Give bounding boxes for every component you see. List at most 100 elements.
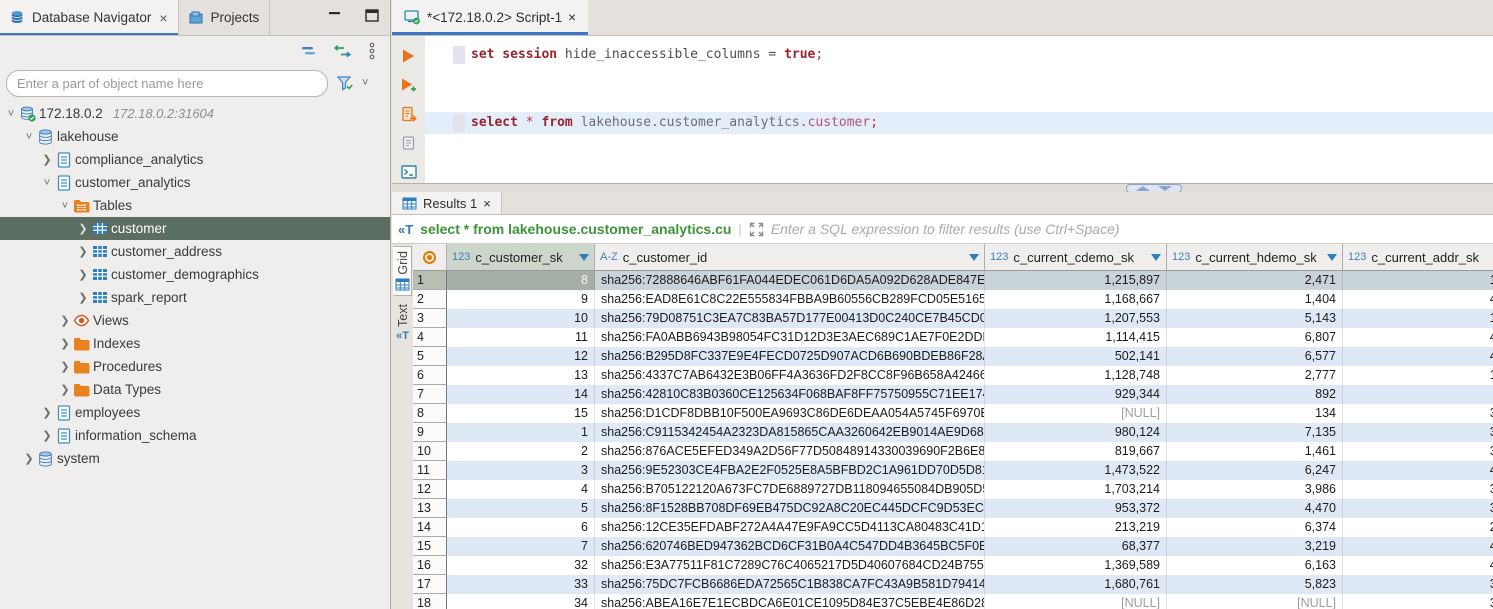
cell-c_customer_sk[interactable]: 11 (447, 328, 595, 347)
sql-console-icon[interactable] (399, 162, 419, 182)
cell-c_customer_sk[interactable]: 14 (447, 385, 595, 404)
tree-item-compliance-analytics[interactable]: ❯compliance_analytics (0, 148, 390, 171)
table-row[interactable]: 1834sha256:ABEA16E7E1ECBDCA6E01CE1095D84… (413, 594, 1493, 609)
column-header-c_customer_sk[interactable]: 123c_customer_sk (447, 244, 595, 271)
cell-c_current_cdemo_sk[interactable]: 1,703,214 (985, 480, 1167, 499)
row-number[interactable]: 12 (413, 480, 447, 499)
cell-c_current_addr_sk[interactable]: 49,38 (1343, 290, 1493, 309)
tree-item-customer-analytics[interactable]: ˅customer_analytics (0, 171, 390, 194)
cell-c_current_hdemo_sk[interactable]: 134 (1167, 404, 1343, 423)
close-icon[interactable]: × (568, 10, 576, 25)
cell-c_customer_sk[interactable]: 6 (447, 518, 595, 537)
cell-c_customer_id[interactable]: sha256:620746BED947362BCD6CF31B0A4C547DD… (595, 537, 985, 556)
row-number[interactable]: 16 (413, 556, 447, 575)
column-dropdown-icon[interactable] (969, 254, 979, 261)
execute-script-icon[interactable] (399, 104, 419, 124)
table-row[interactable]: 1733sha256:75DC7FCB6686EDA72565C1B838CA7… (413, 575, 1493, 594)
column-header-c_current_hdemo_sk[interactable]: 123c_current_hdemo_sk (1167, 244, 1343, 271)
grid-corner-cell[interactable] (413, 244, 447, 271)
object-filter-input[interactable] (6, 70, 328, 97)
row-number[interactable]: 1 (413, 271, 447, 290)
collapse-all-icon[interactable] (300, 45, 317, 57)
cell-c_current_hdemo_sk[interactable]: 6,247 (1167, 461, 1343, 480)
cell-c_current_hdemo_sk[interactable]: 2,777 (1167, 366, 1343, 385)
cell-c_current_addr_sk[interactable]: 47,99 (1343, 328, 1493, 347)
tree-item-data-types[interactable]: ❯Data Types (0, 378, 390, 401)
cell-c_current_cdemo_sk[interactable]: 1,128,748 (985, 366, 1167, 385)
cell-c_customer_id[interactable]: sha256:4337C7AB6432E3B06FF4A3636FD2F8CC8… (595, 366, 985, 385)
tree-item-views[interactable]: ❯Views (0, 309, 390, 332)
cell-c_customer_sk[interactable]: 12 (447, 347, 595, 366)
chevron-right-icon[interactable]: ❯ (40, 153, 54, 166)
expand-filter-icon[interactable] (749, 222, 764, 237)
cell-c_customer_sk[interactable]: 8 (447, 271, 595, 290)
cell-c_current_hdemo_sk[interactable]: 3,219 (1167, 537, 1343, 556)
cell-c_current_cdemo_sk[interactable]: 1,680,761 (985, 575, 1167, 594)
chevron-right-icon[interactable]: ❯ (58, 337, 72, 350)
chevron-right-icon[interactable]: ❯ (76, 245, 90, 258)
column-dropdown-icon[interactable] (579, 254, 589, 261)
execute-new-tab-icon[interactable] (399, 75, 419, 95)
sql-line-3[interactable]: select * from lakehouse.customer_analyti… (425, 112, 1493, 134)
table-row[interactable]: 113sha256:9E52303CE4FBA2E2F0525E8A5BFBD2… (413, 461, 1493, 480)
cell-c_current_addr_sk[interactable]: 14,00 (1343, 366, 1493, 385)
editor-results-splitter[interactable] (392, 183, 1493, 192)
cell-c_current_addr_sk[interactable]: 36,36 (1343, 499, 1493, 518)
cell-c_customer_sk[interactable]: 32 (447, 556, 595, 575)
table-row[interactable]: 146sha256:12CE35EFDABF272A4A47E9FA9CC5D4… (413, 518, 1493, 537)
row-number[interactable]: 10 (413, 442, 447, 461)
cell-c_customer_id[interactable]: sha256:ABEA16E7E1ECBDCA6E01CE1095D84E37C… (595, 594, 985, 609)
chevron-right-icon[interactable]: ❯ (76, 268, 90, 281)
cell-c_current_cdemo_sk[interactable]: 1,114,415 (985, 328, 1167, 347)
view-menu-icon[interactable] (368, 42, 376, 60)
chevron-right-icon[interactable]: ❯ (76, 291, 90, 304)
cell-c_current_addr_sk[interactable]: 37,50 (1343, 594, 1493, 609)
cell-c_current_hdemo_sk[interactable]: [NULL] (1167, 594, 1343, 609)
cell-c_current_cdemo_sk[interactable]: 502,141 (985, 347, 1167, 366)
link-with-editor-icon[interactable] (333, 45, 352, 58)
cell-c_customer_id[interactable]: sha256:72888646ABF61FA044EDEC061D6DA5A09… (595, 271, 985, 290)
tree-item-indexes[interactable]: ❯Indexes (0, 332, 390, 355)
cell-c_current_hdemo_sk[interactable]: 2,471 (1167, 271, 1343, 290)
cell-c_current_addr_sk[interactable]: 31,65 (1343, 442, 1493, 461)
cell-c_current_addr_sk[interactable]: 27,08 (1343, 518, 1493, 537)
cell-c_customer_id[interactable]: sha256:12CE35EFDABF272A4A47E9FA9CC5D4113… (595, 518, 985, 537)
cell-c_current_addr_sk[interactable]: 30,46 (1343, 404, 1493, 423)
sql-code-area[interactable]: set session hide_inaccessible_columns = … (425, 36, 1493, 183)
table-row[interactable]: 815sha256:D1CDF8DBB10F500EA9693C86DE6DEA… (413, 404, 1493, 423)
row-number[interactable]: 5 (413, 347, 447, 366)
cell-c_current_cdemo_sk[interactable]: [NULL] (985, 404, 1167, 423)
table-row[interactable]: 91sha256:C9115342454A2323DA815865CAA3260… (413, 423, 1493, 442)
chevron-right-icon[interactable]: ❯ (58, 383, 72, 396)
sql-line-2[interactable] (425, 78, 1493, 100)
cell-c_customer_sk[interactable]: 13 (447, 366, 595, 385)
chevron-right-icon[interactable]: ❯ (40, 429, 54, 442)
cell-c_customer_id[interactable]: sha256:876ACE5EFED349A2D56F77D5084891433… (595, 442, 985, 461)
close-icon[interactable]: × (159, 10, 167, 26)
cell-c_current_addr_sk[interactable]: 32,43 (1343, 575, 1493, 594)
cell-c_current_addr_sk[interactable]: 39,55 (1343, 480, 1493, 499)
cell-c_customer_id[interactable]: sha256:B295D8FC337E9E4FECD0725D907ACD6B6… (595, 347, 985, 366)
explain-plan-icon[interactable] (399, 133, 419, 153)
cell-c_current_addr_sk[interactable]: 44,81 (1343, 537, 1493, 556)
cell-c_customer_sk[interactable]: 2 (447, 442, 595, 461)
cell-c_current_cdemo_sk[interactable]: [NULL] (985, 594, 1167, 609)
row-number[interactable]: 6 (413, 366, 447, 385)
chevron-right-icon[interactable]: ❯ (76, 222, 90, 235)
row-number[interactable]: 15 (413, 537, 447, 556)
row-number[interactable]: 13 (413, 499, 447, 518)
table-row[interactable]: 1632sha256:E3A77511F81C7289C76C4065217D5… (413, 556, 1493, 575)
tree-item-employees[interactable]: ❯employees (0, 401, 390, 424)
presentation-tab-grid[interactable]: Grid (393, 246, 412, 296)
row-number[interactable]: 9 (413, 423, 447, 442)
cell-c_customer_sk[interactable]: 9 (447, 290, 595, 309)
cell-c_customer_id[interactable]: sha256:FA0ABB6943B98054FC31D12D3E3AEC689… (595, 328, 985, 347)
cell-c_current_cdemo_sk[interactable]: 1,369,589 (985, 556, 1167, 575)
cell-c_customer_sk[interactable]: 34 (447, 594, 595, 609)
tree-item-customer-address[interactable]: ❯customer_address (0, 240, 390, 263)
cell-c_current_cdemo_sk[interactable]: 980,124 (985, 423, 1167, 442)
table-row[interactable]: 135sha256:8F1528BB708DF69EB475DC92A8C20E… (413, 499, 1493, 518)
tree-item-system[interactable]: ❯system (0, 447, 390, 470)
row-number[interactable]: 18 (413, 594, 447, 609)
cell-c_customer_sk[interactable]: 33 (447, 575, 595, 594)
